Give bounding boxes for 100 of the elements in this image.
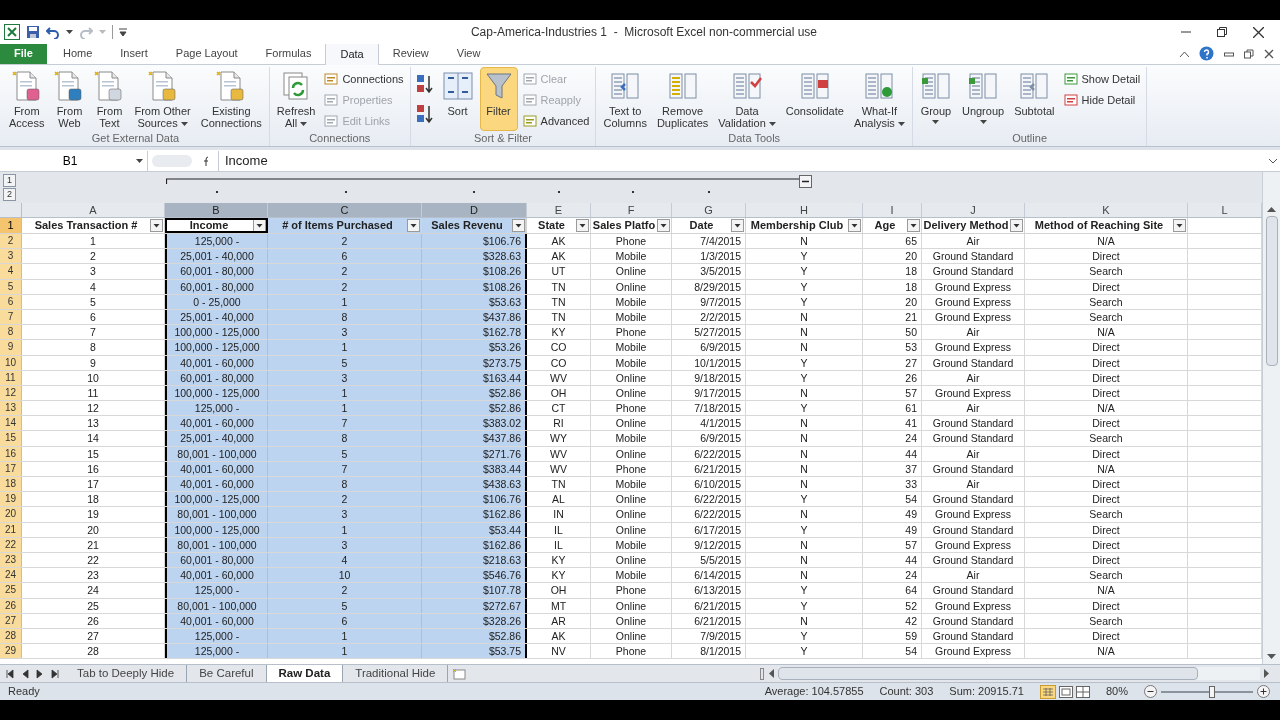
row-number[interactable]: 20 <box>0 507 22 522</box>
ribbon-button[interactable]: Text to Columns <box>599 67 651 131</box>
collapse-icon[interactable] <box>799 175 812 188</box>
ribbon-button[interactable]: Group <box>915 67 956 131</box>
ribbon-tab[interactable]: Page Layout <box>161 43 252 64</box>
row-number[interactable]: 15 <box>0 431 22 446</box>
row-number[interactable]: 24 <box>0 568 22 583</box>
row-number[interactable]: 25 <box>0 583 22 598</box>
filter-dropdown-button[interactable] <box>1173 219 1186 232</box>
zoom-slider[interactable] <box>1161 685 1253 698</box>
formula-input[interactable]: Income <box>218 150 1266 171</box>
row-number[interactable]: 13 <box>0 401 22 416</box>
sheet-tab[interactable]: Raw Data <box>266 665 344 682</box>
ribbon-button[interactable]: Data Validation <box>714 67 780 131</box>
help-icon[interactable] <box>1199 46 1214 61</box>
ribbon-tab[interactable]: Insert <box>106 43 162 64</box>
vertical-scrollbar[interactable] <box>1262 172 1280 664</box>
scroll-right-icon[interactable] <box>1264 669 1270 678</box>
restore-icon[interactable] <box>1244 48 1254 59</box>
scroll-thumb[interactable] <box>1265 216 1278 366</box>
column-letter[interactable]: B <box>165 203 268 217</box>
filter-dropdown-button[interactable] <box>150 219 163 232</box>
zoom-slider-thumb[interactable] <box>1208 685 1215 698</box>
ribbon-button[interactable]: From Web <box>50 67 89 131</box>
ribbon-tab[interactable]: Formulas <box>251 43 326 64</box>
table-cell: 6/14/2015 <box>672 568 746 583</box>
filter-dropdown-button[interactable] <box>1010 219 1023 232</box>
undo-icon[interactable] <box>46 25 60 39</box>
save-icon[interactable] <box>26 25 40 39</box>
filter-dropdown-button[interactable] <box>731 219 744 232</box>
restore-icon[interactable] <box>1217 27 1227 37</box>
table-cell: 10 <box>268 568 422 583</box>
zoom-in-icon[interactable] <box>1257 685 1270 698</box>
column-letter[interactable]: K <box>1025 203 1188 217</box>
ribbon-tab[interactable]: Review <box>378 43 443 64</box>
scroll-down-icon[interactable] <box>1267 654 1276 660</box>
column-letter[interactable]: H <box>746 203 863 217</box>
row-number[interactable]: 8 <box>0 325 22 340</box>
first-sheet-icon[interactable] <box>6 668 14 679</box>
ribbon-tab[interactable]: Home <box>48 43 107 64</box>
ribbon-button[interactable]: Existing Connections <box>196 67 266 131</box>
column-letter[interactable]: D <box>422 203 527 217</box>
ribbon-button[interactable]: Hide Detail <box>1060 90 1144 110</box>
scroll-left-icon[interactable] <box>768 669 774 678</box>
column-letter[interactable]: G <box>672 203 746 217</box>
filter-dropdown-button[interactable] <box>512 219 525 232</box>
ribbon-button[interactable]: What-If Analysis <box>849 67 909 131</box>
filter-dropdown-button[interactable] <box>407 219 420 232</box>
row-number[interactable]: 2 <box>0 234 22 249</box>
previous-sheet-icon[interactable] <box>21 668 29 679</box>
column-letter[interactable]: C <box>268 203 422 217</box>
ribbon-button[interactable]: From Other Sources <box>130 67 195 131</box>
outline-level-button[interactable]: 2 <box>3 188 16 201</box>
ribbon-button[interactable]: From Access <box>5 67 49 131</box>
filter-dropdown-button[interactable] <box>848 219 861 232</box>
row-number[interactable]: 4 <box>0 264 22 279</box>
ribbon-tab[interactable]: Data <box>325 43 379 65</box>
last-sheet-icon[interactable] <box>51 668 59 679</box>
scroll-up-icon[interactable] <box>1267 206 1276 212</box>
page-layout-icon[interactable] <box>1058 685 1073 698</box>
column-letter[interactable]: J <box>922 203 1025 217</box>
filter-dropdown-button[interactable] <box>657 219 670 232</box>
ribbon-button[interactable]: Filter <box>479 67 518 131</box>
ribbon-tab[interactable]: View <box>442 43 495 64</box>
zoom-out-icon[interactable] <box>1144 685 1157 698</box>
outline-level-button[interactable]: 1 <box>3 174 16 187</box>
collapse-ribbon-icon[interactable] <box>1180 50 1189 57</box>
close-icon[interactable] <box>1264 48 1274 59</box>
next-sheet-icon[interactable] <box>36 668 44 679</box>
ribbon-button[interactable]: Remove Duplicates <box>652 67 713 131</box>
close-icon[interactable] <box>1253 26 1264 38</box>
row-number[interactable]: 1 <box>0 218 22 233</box>
column-letter[interactable]: E <box>527 203 591 217</box>
table-cell: N <box>746 477 863 492</box>
filter-dropdown-button[interactable] <box>907 219 920 232</box>
row-number[interactable]: 19 <box>0 492 22 507</box>
row-number[interactable]: 14 <box>0 416 22 431</box>
name-box[interactable]: B1 <box>0 150 148 171</box>
column-letter[interactable]: F <box>591 203 672 217</box>
ribbon-button[interactable]: Refresh All <box>272 67 320 131</box>
ribbon-button[interactable]: Sort <box>437 67 478 131</box>
ribbon-tab[interactable]: File <box>0 43 47 64</box>
ribbon-button[interactable]: From Text <box>90 67 129 131</box>
ribbon-button[interactable]: Ungroup <box>957 67 1009 131</box>
page-break-icon[interactable] <box>1075 685 1090 698</box>
row-number[interactable]: 9 <box>0 340 22 355</box>
column-letter[interactable]: I <box>863 203 922 217</box>
ribbon-button[interactable]: Subtotal <box>1010 67 1059 131</box>
zoom-level[interactable]: 80% <box>1105 683 1128 700</box>
customize-toolbar-icon[interactable] <box>119 28 127 36</box>
filter-dropdown-button[interactable] <box>253 219 266 232</box>
ribbon-button[interactable]: Advanced <box>519 111 593 131</box>
ribbon-button[interactable]: Consolidate <box>781 67 848 131</box>
filter-dropdown-button[interactable] <box>576 219 589 232</box>
normal-view-icon[interactable] <box>1039 684 1056 699</box>
row-number[interactable]: 18 <box>0 477 22 492</box>
row-number[interactable]: 3 <box>0 249 22 264</box>
ribbon-button[interactable]: Connections <box>321 69 407 89</box>
ribbon-button[interactable]: Show Detail <box>1060 69 1144 89</box>
row-number[interactable]: 29 <box>0 644 22 659</box>
